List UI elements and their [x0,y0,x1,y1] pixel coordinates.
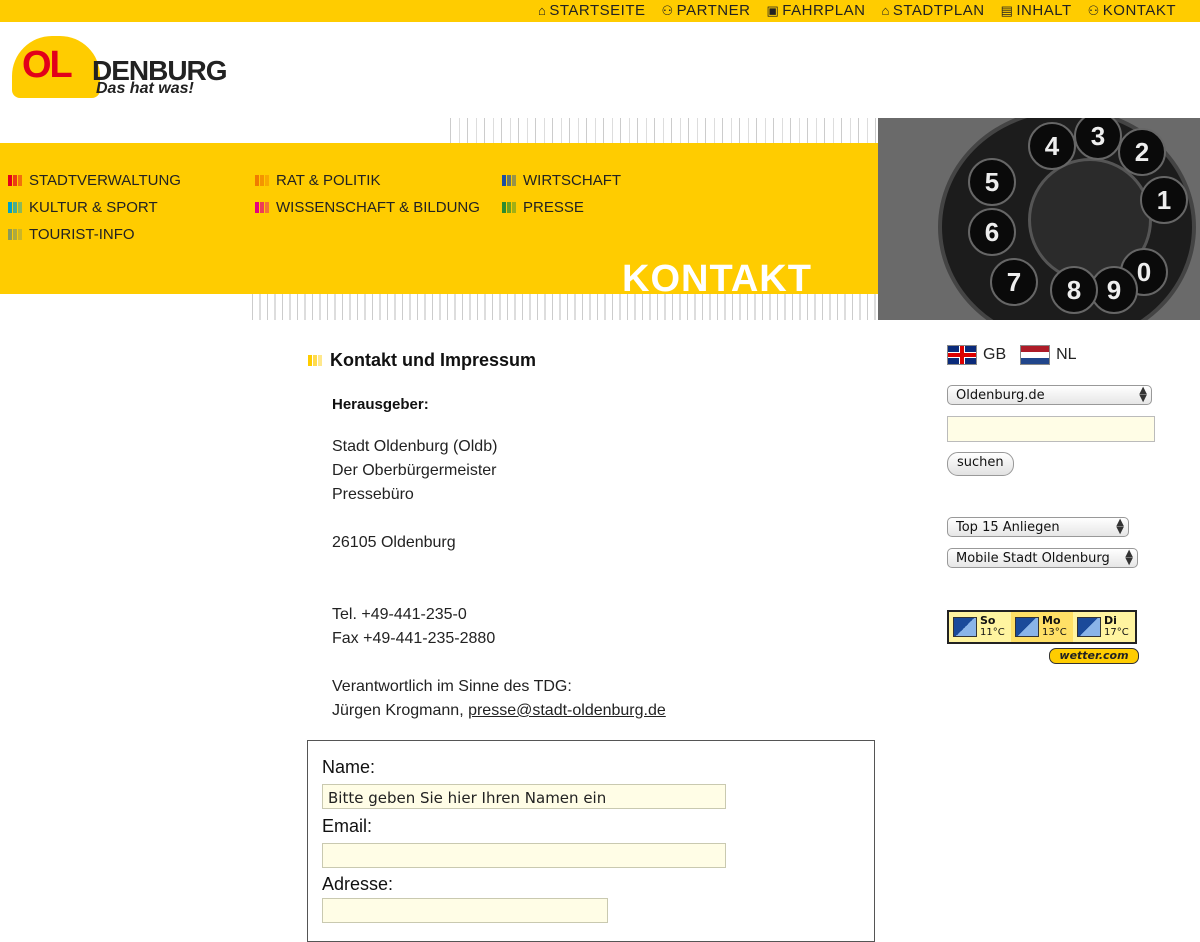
main-content: Kontakt und Impressum Herausgeber: Stadt… [308,350,878,719]
dial-hole: 2 [1118,128,1166,176]
page-heading: Kontakt und Impressum [308,350,878,371]
barcode-decoration-top [450,118,880,143]
top-nav-kontakt[interactable]: ⚇ KONTAKT [1088,2,1176,19]
select-arrows-icon: ▲ ▼ [1125,548,1133,567]
language-nl-link[interactable]: NL [1020,345,1077,365]
nav-bullet-icon [8,175,22,186]
top-nav-startseite[interactable]: ⌂ STARTSEITE [538,2,646,19]
postal-code: 26105 Oldenburg [332,534,456,551]
responsible-label: Verantwortlich im Sinne des TDG: [332,678,572,695]
telephone-number: Tel. +49-441-235-0 [332,606,467,623]
email-field[interactable] [322,843,726,868]
top-nav-partner[interactable]: ⚇ PARTNER [662,2,751,19]
language-gb-link[interactable]: GB [947,345,1006,365]
weather-widget[interactable]: So 11°C Mo 13°C Di 17°C wetter.com [947,610,1139,666]
name-field[interactable]: Bitte geben Sie hier Ihren Namen ein [322,784,726,809]
heading-bullet-icon [308,355,322,366]
search-button[interactable]: suchen [947,452,1014,476]
nav-bullet-icon [8,202,22,213]
top-nav-fahrplan[interactable]: ▣ FAHRPLAN [766,2,865,19]
nav-kultur-sport[interactable]: KULTUR & SPORT [8,199,158,216]
address-label: Adresse: [322,874,394,894]
search-input[interactable] [947,416,1155,442]
nav-presse[interactable]: PRESSE [502,199,584,216]
people-icon: ⚇ [661,2,674,18]
responsible-person: Jürgen Krogmann, presse@stadt-oldenburg.… [332,699,666,723]
dial-hole: 8 [1050,266,1098,314]
address-field[interactable] [322,898,608,923]
email-label: Email: [322,816,373,836]
logo-slogan: Das hat was! [96,80,194,97]
nav-rat-politik[interactable]: RAT & POLITIK [255,172,380,189]
top-nav: ⌂ STARTSEITE ⚇ PARTNER ▣ FAHRPLAN ⌂ STADTPLA… [538,2,1176,19]
map-icon: ⌂ [881,3,890,18]
bus-icon: ▣ [766,2,780,18]
nl-flag-icon [1020,345,1051,365]
address-line: Pressebüro [332,486,414,503]
select-arrows-icon: ▲ ▼ [1116,517,1124,536]
weather-icon [1015,617,1039,637]
language-switcher: GB NL [947,345,1077,365]
nav-bullet-icon [255,175,269,186]
nav-wirtschaft[interactable]: WIRTSCHAFT [502,172,621,189]
nav-bullet-icon [502,202,516,213]
nav-stadtverwaltung[interactable]: STADTVERWALTUNG [8,172,181,189]
weather-icon [953,617,977,637]
contact-icon: ⚇ [1087,2,1100,18]
top15-select[interactable]: Top 15 Anliegen ▲ ▼ [947,517,1129,537]
uk-flag-icon [947,345,977,365]
dial-hole: 6 [968,208,1016,256]
logo-ol: OL [22,44,73,86]
select-arrows-icon: ▲ ▼ [1139,385,1147,404]
fax-number: Fax +49-441-235-2880 [332,630,496,647]
nav-bullet-icon [255,202,269,213]
weather-icon [1077,617,1101,637]
weather-day: Mo 13°C [1011,612,1073,642]
address-line: Stadt Oldenburg (Oldb) [332,438,498,455]
site-select[interactable]: Oldenburg.de ▲ ▼ [947,385,1152,405]
top-nav-inhalt[interactable]: ▤ INHALT [1001,2,1072,19]
weather-day: Di 17°C [1073,612,1135,642]
email-link[interactable]: presse@stadt-oldenburg.de [468,702,666,719]
document-icon: ▤ [1000,2,1014,18]
nav-tourist-info[interactable]: TOURIST-INFO [8,226,135,243]
telephone-image: 5 6 7 4 3 2 1 0 9 8 [878,118,1200,320]
address-line: Der Oberbürgermeister [332,462,497,479]
nav-bullet-icon [8,229,22,240]
dial-hole: 1 [1140,176,1188,224]
dial-hole: 7 [990,258,1038,306]
top-nav-stadtplan[interactable]: ⌂ STADTPLAN [881,2,984,19]
contact-form: Name: Bitte geben Sie hier Ihren Namen e… [307,740,875,942]
name-label: Name: [322,757,376,777]
site-logo[interactable]: OL DENBURG Das hat was! [12,36,228,100]
wetter-com-logo: wetter.com [1049,648,1139,664]
top-bar: ⌂ STARTSEITE ⚇ PARTNER ▣ FAHRPLAN ⌂ STADTPLA… [0,0,1200,22]
dial-hole: 5 [968,158,1016,206]
home-icon: ⌂ [538,3,547,18]
weather-forecast: So 11°C Mo 13°C Di 17°C [947,610,1137,644]
mobile-select[interactable]: Mobile Stadt Oldenburg ▲ ▼ [947,548,1138,568]
nav-bullet-icon [502,175,516,186]
weather-day: So 11°C [949,612,1011,642]
nav-wissenschaft-bildung[interactable]: WISSENSCHAFT & BILDUNG [255,199,480,216]
banner-title: KONTAKT [622,258,812,300]
responsible-name: Jürgen Krogmann, [332,702,469,719]
dial-hole: 4 [1028,122,1076,170]
publisher-heading: Herausgeber: [332,396,429,413]
